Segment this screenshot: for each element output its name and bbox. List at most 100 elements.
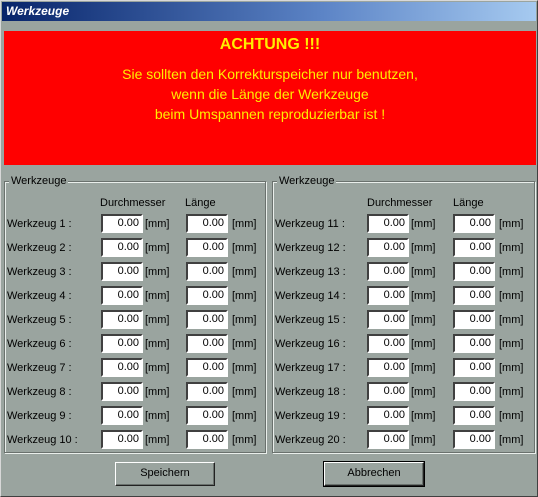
warning-line-2: wenn die Länge der Werkzeuge: [171, 86, 369, 102]
tool-label: Werkzeug 19 :: [275, 410, 346, 422]
warning-line-3: beim Umspannen reproduzierbar ist !: [154, 106, 386, 122]
tool-row: Werkzeug 13 :0.00 [mm] 0.00 [mm]: [273, 262, 534, 281]
diameter-input[interactable]: 0.00: [367, 430, 409, 449]
unit-label: [mm]: [145, 362, 170, 374]
diameter-input[interactable]: 0.00: [101, 286, 143, 305]
diameter-input[interactable]: 0.00: [367, 214, 409, 233]
length-input[interactable]: 0.00: [186, 310, 228, 329]
diameter-input[interactable]: 0.00: [101, 214, 143, 233]
length-input[interactable]: 0.00: [453, 358, 495, 377]
unit-label: [mm]: [499, 434, 524, 446]
length-input[interactable]: 0.00: [186, 358, 228, 377]
group-label: Werkzeuge: [277, 174, 337, 188]
diameter-input[interactable]: 0.00: [367, 238, 409, 257]
column-header-diameter: Durchmesser: [367, 197, 433, 209]
tool-row: Werkzeug 16 :0.00 [mm] 0.00 [mm]: [273, 334, 534, 353]
length-input[interactable]: 0.00: [186, 238, 228, 257]
length-input[interactable]: 0.00: [186, 334, 228, 353]
length-input[interactable]: 0.00: [453, 310, 495, 329]
diameter-input[interactable]: 0.00: [101, 334, 143, 353]
length-input[interactable]: 0.00: [453, 238, 495, 257]
tool-label: Werkzeug 6 :: [7, 338, 72, 350]
tool-row: Werkzeug 6 :0.00 [mm] 0.00 [mm]: [5, 334, 265, 353]
tool-label: Werkzeug 15 :: [275, 314, 346, 326]
column-header-length: Länge: [453, 197, 484, 209]
tool-label: Werkzeug 18 :: [275, 386, 346, 398]
cancel-button[interactable]: Abbrechen: [323, 461, 425, 487]
diameter-input[interactable]: 0.00: [101, 262, 143, 281]
diameter-input[interactable]: 0.00: [367, 262, 409, 281]
length-input[interactable]: 0.00: [186, 406, 228, 425]
diameter-input[interactable]: 0.00: [367, 310, 409, 329]
tool-label: Werkzeug 10 :: [7, 434, 78, 446]
unit-label: [mm]: [499, 266, 524, 278]
unit-label: [mm]: [232, 410, 257, 422]
diameter-input[interactable]: 0.00: [101, 238, 143, 257]
length-input[interactable]: 0.00: [453, 334, 495, 353]
diameter-input[interactable]: 0.00: [101, 358, 143, 377]
tool-row: Werkzeug 9 :0.00 [mm] 0.00 [mm]: [5, 406, 265, 425]
tool-label: Werkzeug 3 :: [7, 266, 72, 278]
tool-row: Werkzeug 5 :0.00 [mm] 0.00 [mm]: [5, 310, 265, 329]
unit-label: [mm]: [145, 266, 170, 278]
unit-label: [mm]: [232, 242, 257, 254]
diameter-input[interactable]: 0.00: [101, 406, 143, 425]
tool-label: Werkzeug 17 :: [275, 362, 346, 374]
tool-row: Werkzeug 1 :0.00 [mm] 0.00 [mm]: [5, 214, 265, 233]
tool-label: Werkzeug 1 :: [7, 218, 72, 230]
length-input[interactable]: 0.00: [453, 286, 495, 305]
tool-row: Werkzeug 17 :0.00 [mm] 0.00 [mm]: [273, 358, 534, 377]
length-input[interactable]: 0.00: [186, 214, 228, 233]
tool-row: Werkzeug 14 :0.00 [mm] 0.00 [mm]: [273, 286, 534, 305]
tools-group-left: Werkzeuge Durchmesser Länge Werkzeug 1 :…: [4, 174, 266, 453]
length-input[interactable]: 0.00: [453, 262, 495, 281]
unit-label: [mm]: [145, 314, 170, 326]
length-input[interactable]: 0.00: [453, 406, 495, 425]
tool-label: Werkzeug 7 :: [7, 362, 72, 374]
unit-label: [mm]: [499, 218, 524, 230]
unit-label: [mm]: [411, 314, 436, 326]
diameter-input[interactable]: 0.00: [101, 430, 143, 449]
unit-label: [mm]: [499, 362, 524, 374]
tool-label: Werkzeug 8 :: [7, 386, 72, 398]
length-input[interactable]: 0.00: [453, 382, 495, 401]
tool-label: Werkzeug 12 :: [275, 242, 346, 254]
length-input[interactable]: 0.00: [186, 382, 228, 401]
unit-label: [mm]: [232, 266, 257, 278]
tools-group-right: Werkzeuge Durchmesser Länge Werkzeug 11 …: [272, 174, 535, 453]
unit-label: [mm]: [232, 386, 257, 398]
window-title: Werkzeuge: [6, 4, 70, 18]
diameter-input[interactable]: 0.00: [367, 286, 409, 305]
unit-label: [mm]: [499, 314, 524, 326]
unit-label: [mm]: [411, 410, 436, 422]
tool-dialog: Werkzeuge ACHTUNG !!! Sie sollten den Ko…: [0, 0, 538, 497]
tool-label: Werkzeug 13 :: [275, 266, 346, 278]
diameter-input[interactable]: 0.00: [367, 382, 409, 401]
tool-row: Werkzeug 4 :0.00 [mm] 0.00 [mm]: [5, 286, 265, 305]
tool-label: Werkzeug 4 :: [7, 290, 72, 302]
length-input[interactable]: 0.00: [186, 430, 228, 449]
tool-label: Werkzeug 5 :: [7, 314, 72, 326]
diameter-input[interactable]: 0.00: [367, 334, 409, 353]
diameter-input[interactable]: 0.00: [367, 358, 409, 377]
length-input[interactable]: 0.00: [186, 286, 228, 305]
title-bar[interactable]: Werkzeuge: [2, 2, 536, 21]
unit-label: [mm]: [232, 434, 257, 446]
diameter-input[interactable]: 0.00: [101, 382, 143, 401]
length-input[interactable]: 0.00: [453, 430, 495, 449]
tool-label: Werkzeug 14 :: [275, 290, 346, 302]
tool-row: Werkzeug 2 :0.00 [mm] 0.00 [mm]: [5, 238, 265, 257]
diameter-input[interactable]: 0.00: [101, 310, 143, 329]
save-button[interactable]: Speichern: [115, 462, 215, 486]
unit-label: [mm]: [411, 266, 436, 278]
tool-row: Werkzeug 8 :0.00 [mm] 0.00 [mm]: [5, 382, 265, 401]
tool-label: Werkzeug 20 :: [275, 434, 346, 446]
length-input[interactable]: 0.00: [453, 214, 495, 233]
tool-label: Werkzeug 16 :: [275, 338, 346, 350]
diameter-input[interactable]: 0.00: [367, 406, 409, 425]
column-header-length: Länge: [185, 197, 216, 209]
length-input[interactable]: 0.00: [186, 262, 228, 281]
unit-label: [mm]: [232, 314, 257, 326]
warning-heading: ACHTUNG !!!: [219, 36, 321, 53]
unit-label: [mm]: [411, 290, 436, 302]
